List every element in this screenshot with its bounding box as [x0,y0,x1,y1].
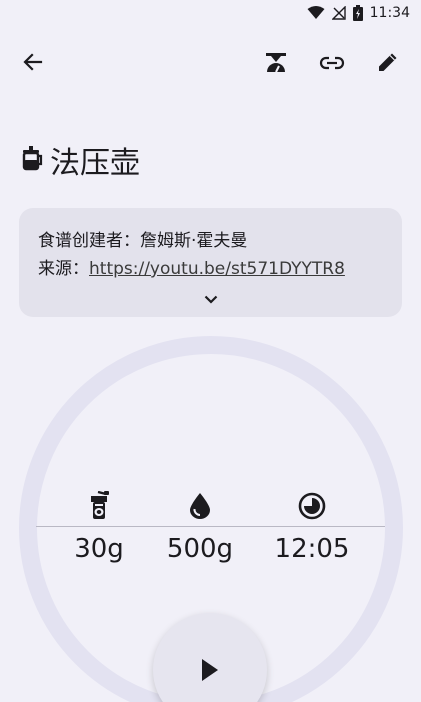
top-app-bar [0,40,421,88]
recipe-info-card: 食谱创建者：詹姆斯·霍夫曼 来源：https://youtu.be/st571D… [19,208,402,317]
source-label: 来源： [38,259,89,279]
no-signal-icon [331,6,346,20]
brew-time: 12:05 [274,534,350,564]
grinder-icon [79,488,119,524]
play-icon [200,658,220,686]
back-button[interactable] [11,40,55,88]
chevron-down-icon [204,285,218,313]
coffee-amount: 30g [74,534,124,564]
stats-divider [36,526,385,527]
source-link[interactable]: https://youtu.be/st571DYYTR8 [89,259,345,279]
scale-button[interactable] [254,40,298,88]
source-line: 来源：https://youtu.be/st571DYYTR8 [38,255,383,283]
status-time: 11:34 [369,5,410,21]
recipe-stats: 30g 500g 12:05 [36,486,385,576]
arrow-back-icon [23,52,43,76]
expand-button[interactable] [197,289,225,309]
share-link-button[interactable] [310,40,354,88]
edit-icon [377,51,399,77]
status-bar: 11:34 [0,0,421,26]
creator-line: 食谱创建者：詹姆斯·霍夫曼 [38,227,383,255]
water-drop-icon [180,488,220,524]
page-title: 法压壶 [50,146,140,181]
wifi-icon [307,6,325,20]
creator-name: 詹姆斯·霍夫曼 [140,231,248,251]
water-amount: 500g [166,534,234,564]
recipe-title-row: 法压壶 [20,138,401,182]
french-press-icon [20,145,44,175]
link-icon [319,55,345,74]
scale-icon [264,50,288,78]
battery-charging-icon [352,5,363,21]
creator-label: 食谱创建者： [38,231,140,251]
edit-button[interactable] [366,40,410,88]
timer-icon [292,488,332,524]
